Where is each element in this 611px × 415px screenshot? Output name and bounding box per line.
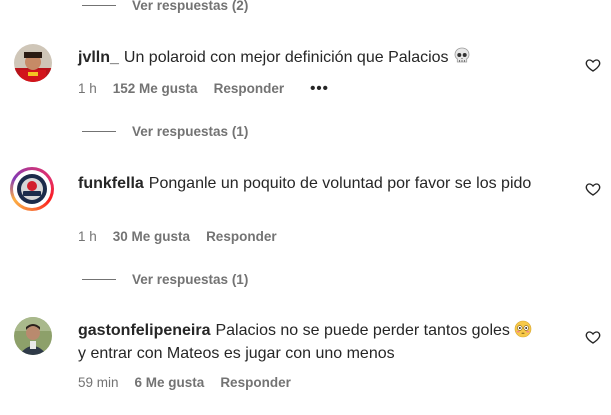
more-options-button[interactable]: ••• (310, 80, 329, 97)
replies-divider-line (82, 131, 116, 132)
avatar-image (14, 317, 52, 355)
avatar-image (17, 174, 47, 204)
view-replies-button[interactable]: Ver respuestas (2) (82, 0, 248, 13)
replies-divider-line (82, 279, 116, 280)
replies-divider-line (82, 5, 116, 6)
comment-time: 1 h (78, 229, 97, 244)
view-replies-button[interactable]: Ver respuestas (1) (82, 124, 248, 139)
comment-text: jvlln_ Un polaroid con mejor definición q… (78, 46, 558, 69)
view-replies-label: Ver respuestas (1) (132, 272, 249, 287)
flushed-face-emoji (515, 320, 532, 338)
comment-body-continued: y entrar con Mateos es jugar con uno men… (78, 345, 395, 362)
comment-username[interactable]: jvlln_ (78, 49, 119, 66)
comment-time: 1 h (78, 81, 97, 96)
reply-button[interactable]: Responder (214, 81, 285, 96)
comment-time: 59 min (78, 375, 119, 390)
view-replies-label: Ver respuestas (2) (132, 0, 249, 13)
comment-body: Ponganle un poquito de voluntad por favo… (148, 175, 532, 192)
comment-text: gastonfelipeneira Palacios no se puede pe… (78, 319, 558, 365)
avatar[interactable] (14, 317, 52, 355)
view-replies-label: Ver respuestas (1) (132, 124, 249, 139)
comment-username[interactable]: funkfella (78, 175, 144, 192)
heart-outline-icon[interactable] (585, 57, 601, 73)
heart-outline-icon[interactable] (585, 181, 601, 197)
heart-outline-icon[interactable] (585, 329, 601, 345)
comment-meta: 1 h 30 Me gusta Responder (78, 229, 303, 244)
likes-count-button[interactable]: 6 Me gusta (135, 375, 205, 390)
view-replies-button[interactable]: Ver respuestas (1) (82, 272, 248, 287)
comment-text: funkfella Ponganle un poquito de voluntad… (78, 172, 558, 195)
likes-count-button[interactable]: 152 Me gusta (113, 81, 198, 96)
avatar (13, 170, 51, 208)
reply-button[interactable]: Responder (220, 375, 291, 390)
avatar[interactable] (14, 44, 52, 82)
reply-button[interactable]: Responder (206, 229, 277, 244)
comment-username[interactable]: gastonfelipeneira (78, 322, 210, 339)
skull-emoji (454, 47, 470, 63)
comment-body: Palacios no se puede perder tantos goles (215, 322, 510, 339)
avatar-image (14, 44, 52, 82)
comment-body: Un polaroid con mejor definición que Pal… (123, 49, 449, 66)
comment-meta: 59 min 6 Me gusta Responder (78, 375, 317, 390)
avatar-story-ring[interactable] (10, 167, 54, 211)
likes-count-button[interactable]: 30 Me gusta (113, 229, 190, 244)
comment-meta: 1 h 152 Me gusta Responder ••• (78, 80, 329, 97)
